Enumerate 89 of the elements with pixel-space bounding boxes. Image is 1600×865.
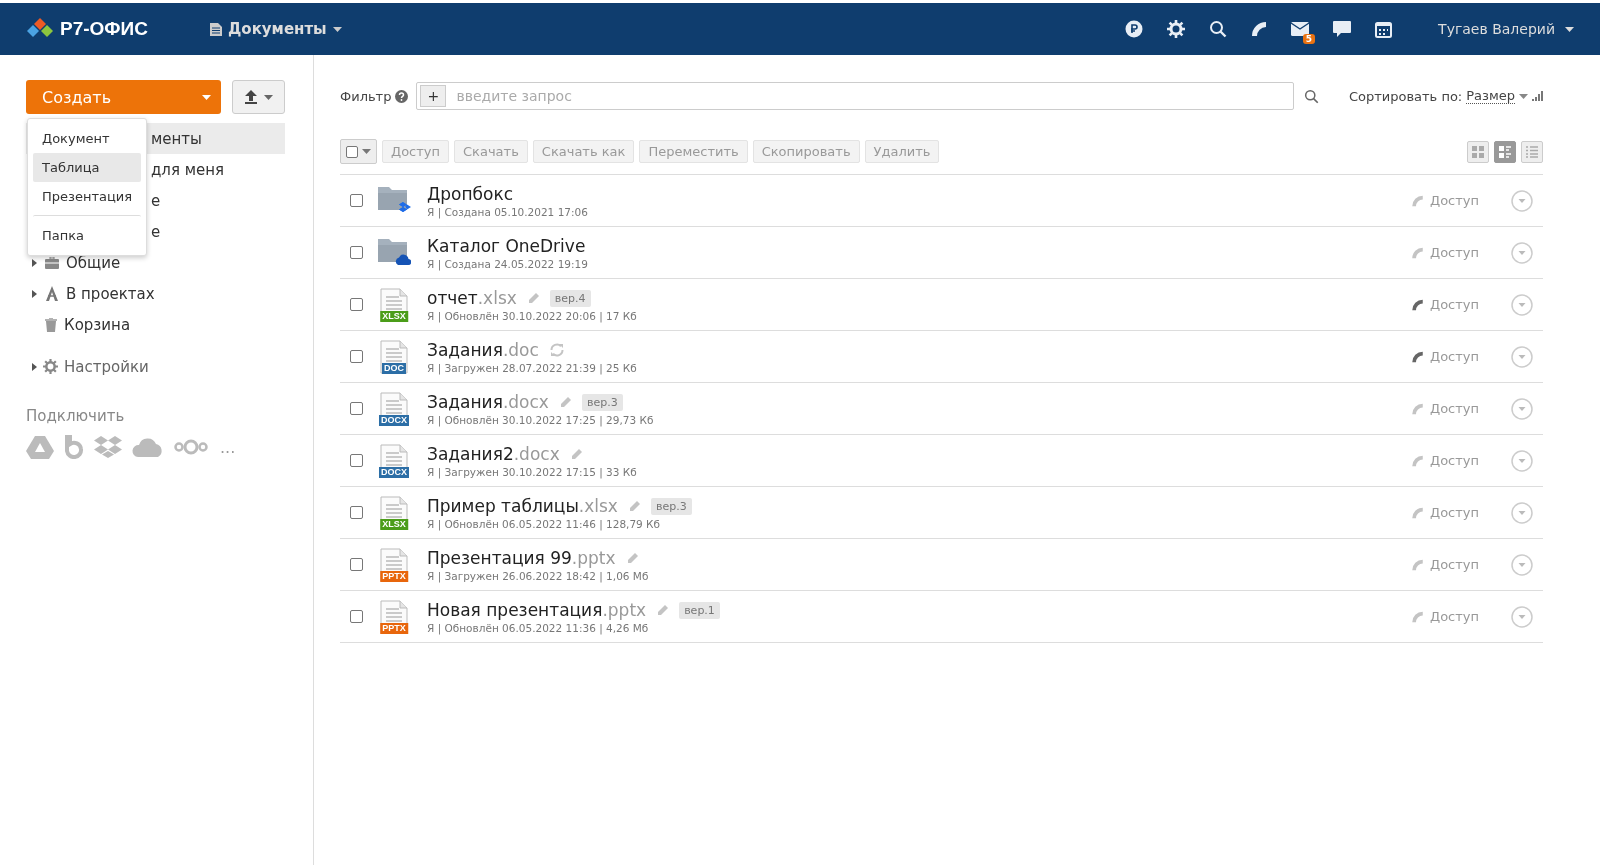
caret-icon — [264, 94, 274, 100]
folder-item[interactable]: Общие — [66, 253, 121, 272]
file-meta: Я | Обновлён 06.05.2022 11:36 | 4,26 Мб — [427, 622, 650, 634]
file-meta: Я | Обновлён 30.10.2022 20:06 | 17 Кб — [427, 310, 638, 322]
logo-icon — [26, 18, 54, 40]
view-toggle[interactable] — [1494, 140, 1516, 163]
document-icon — [210, 22, 222, 36]
settings-item[interactable]: Настройки — [64, 357, 149, 376]
version-tag[interactable]: вер.3 — [581, 393, 623, 411]
version-tag[interactable]: вер.4 — [549, 289, 591, 307]
folder-item[interactable]: В проектах — [66, 284, 155, 303]
file-type-label: DOCX — [379, 466, 409, 478]
file-type-label: PPTX — [380, 570, 408, 582]
file-type-label: DOCX — [379, 414, 409, 426]
file-type-label: XLSX — [380, 310, 408, 322]
user-menu[interactable]: Тугаев Валерий — [1432, 20, 1580, 38]
row-checkbox[interactable] — [350, 402, 363, 415]
search-icon[interactable] — [1303, 88, 1319, 104]
menu-item[interactable]: Документ — [33, 124, 141, 153]
settings-icon[interactable] — [1167, 20, 1186, 38]
file-name[interactable]: Пример таблицы.xlsx — [427, 496, 618, 516]
file-name[interactable]: Задания.docx — [427, 392, 549, 412]
file-name[interactable]: Презентация 99.pptx — [427, 548, 616, 568]
compass-icon — [45, 286, 59, 301]
expand-icon[interactable] — [32, 258, 37, 267]
mail-icon[interactable] — [1291, 22, 1310, 36]
file-name[interactable]: Новая презентация.pptx — [427, 600, 647, 620]
connect-title: Подключить — [26, 407, 126, 425]
file-meta: Я | Обновлён 30.10.2022 17:25 | 29,73 Кб — [427, 414, 655, 426]
row-checkbox[interactable] — [350, 246, 363, 259]
calendar-icon[interactable] — [1375, 20, 1393, 38]
row-checkbox[interactable] — [350, 194, 363, 207]
sort-order-icon[interactable] — [1532, 91, 1543, 101]
menu-item[interactable]: Таблица — [33, 153, 141, 182]
logo-text: Р7-ОФИС — [60, 18, 148, 40]
caret-icon — [362, 149, 371, 154]
file-name[interactable]: Дропбокс — [427, 184, 514, 204]
sort-selector[interactable]: Размер — [1466, 88, 1515, 104]
caret-icon — [1565, 26, 1574, 32]
menu-item[interactable]: Папка — [33, 215, 141, 250]
file-type-label: XLSX — [380, 518, 408, 530]
file-meta: Я | Обновлён 06.05.2022 11:46 | 128,79 Кб — [427, 518, 662, 530]
settings-icon — [43, 359, 58, 374]
grid-icon — [1472, 145, 1484, 158]
version-tag[interactable]: вер.1 — [679, 601, 720, 619]
help-icon[interactable] — [395, 89, 409, 103]
upload-button[interactable] — [232, 80, 285, 114]
file-type-label: DOC — [382, 362, 406, 374]
menu-item[interactable]: Презентация — [33, 182, 141, 211]
view-toggle[interactable] — [1467, 140, 1489, 163]
view-toggle[interactable] — [1521, 140, 1543, 163]
version-tag[interactable]: вер.3 — [650, 497, 692, 515]
feed-icon[interactable] — [1251, 21, 1268, 37]
details-icon — [1499, 145, 1511, 158]
file-name[interactable]: отчет.xlsx — [427, 288, 517, 308]
row-checkbox[interactable] — [350, 454, 363, 467]
caret-icon — [1519, 93, 1528, 99]
row-checkbox[interactable] — [350, 298, 363, 311]
expand-icon[interactable] — [32, 289, 37, 298]
ruble-icon[interactable] — [1125, 20, 1144, 38]
row-checkbox[interactable] — [350, 350, 363, 363]
search-icon[interactable] — [1209, 20, 1228, 38]
filter-field[interactable]: + введите запрос — [416, 82, 1294, 110]
file-name[interactable]: Каталог OneDrive — [427, 236, 586, 256]
caret-icon — [202, 94, 212, 100]
file-name[interactable]: Задания2.docx — [427, 444, 560, 464]
file-name[interactable]: Задания.doc — [427, 340, 539, 360]
add-filter-button[interactable]: + — [420, 85, 447, 107]
row-checkbox[interactable] — [350, 506, 363, 519]
filter-label: Фильтр — [340, 88, 392, 104]
mail-badge: 5 — [1302, 34, 1316, 44]
module-menu[interactable]: Документы — [204, 19, 348, 39]
select-all-checkbox[interactable] — [340, 139, 377, 164]
file-meta: Я | Загружен 26.06.2022 18:42 | 1,06 Мб — [427, 570, 650, 582]
folder-item[interactable]: Корзина — [64, 315, 131, 334]
expand-icon[interactable] — [32, 362, 37, 371]
row-checkbox[interactable] — [350, 610, 363, 623]
file-meta: Я | Загружен 30.10.2022 17:15 | 33 Кб — [427, 466, 638, 478]
list-icon — [1526, 145, 1538, 158]
caret-icon — [332, 26, 342, 32]
row-checkbox[interactable] — [350, 558, 363, 571]
trash-icon — [45, 317, 57, 332]
file-type-label: PPTX — [380, 622, 408, 634]
file-meta: Я | Создана 24.05.2022 19:19 — [427, 258, 589, 270]
sort-label: Сортировать по: — [1348, 88, 1463, 104]
file-meta: Я | Создана 05.10.2021 17:06 — [427, 206, 589, 218]
file-meta: Я | Загружен 28.07.2022 21:39 | 25 Кб — [427, 362, 638, 374]
chat-icon[interactable] — [1333, 21, 1352, 37]
upload-icon — [244, 90, 259, 104]
